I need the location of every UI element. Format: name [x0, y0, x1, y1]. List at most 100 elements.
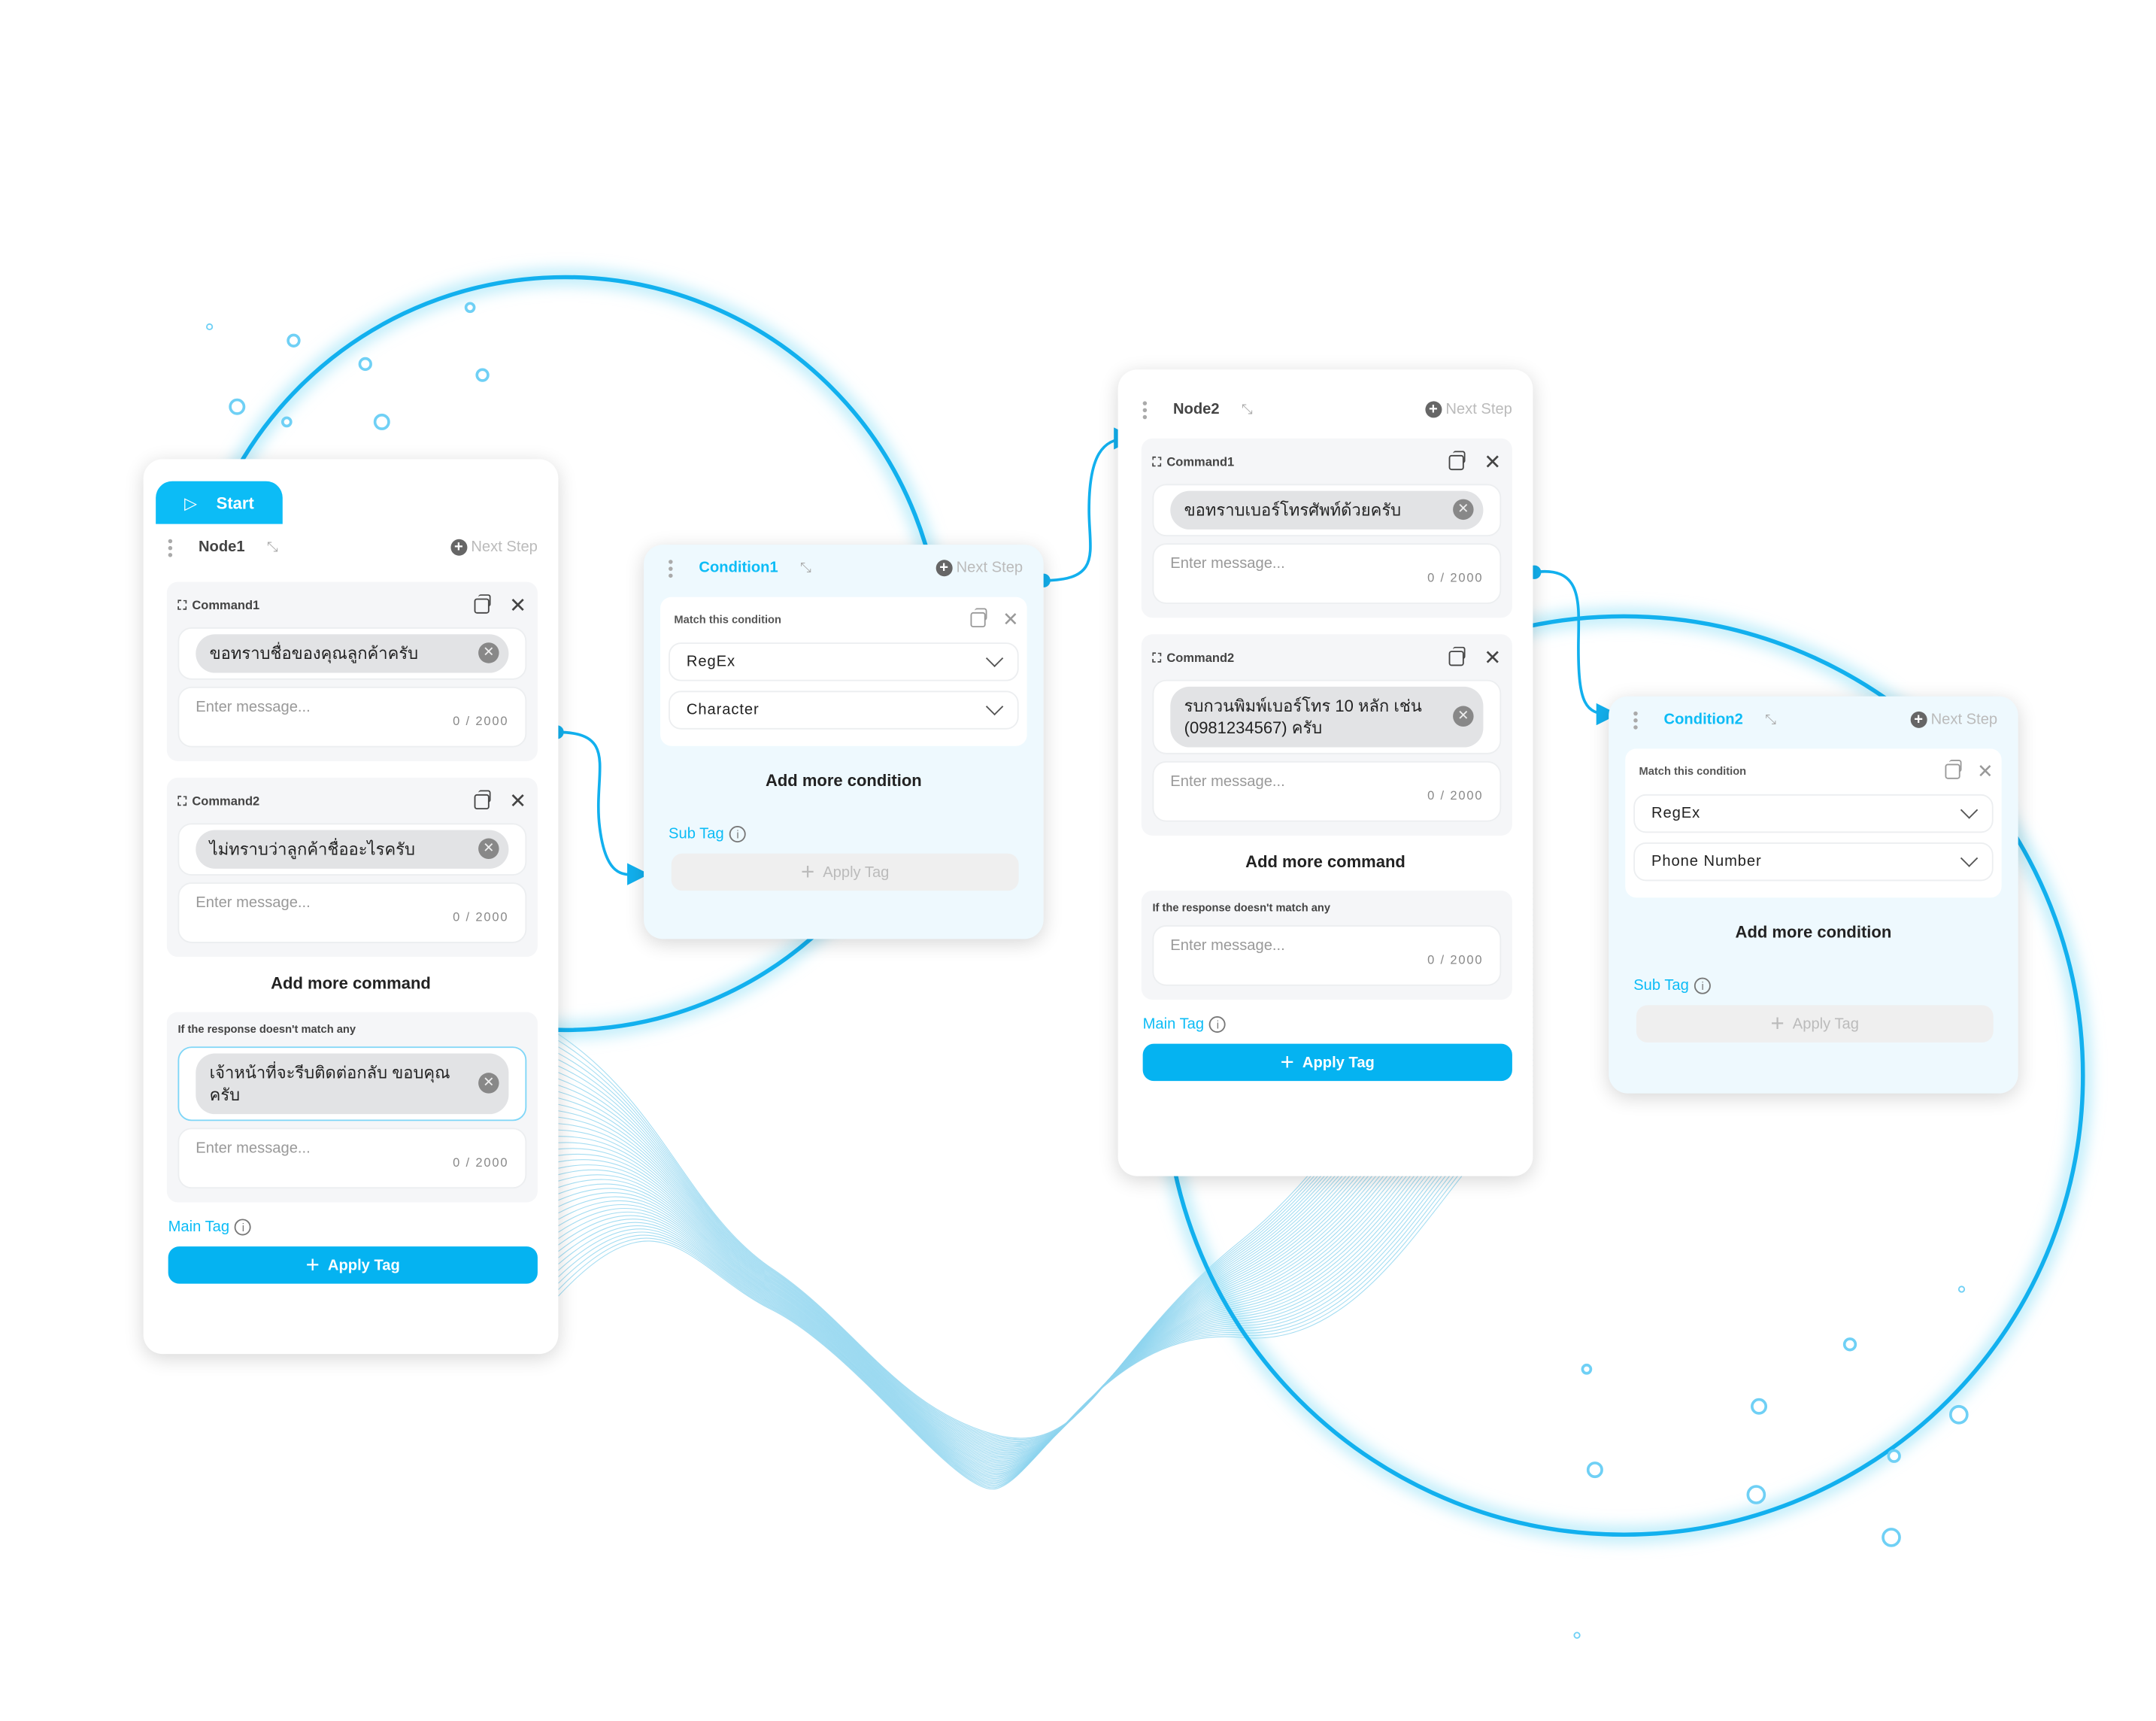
- message-field[interactable]: Enter message... 0 / 2000: [196, 889, 508, 936]
- add-more-condition-button[interactable]: Add more condition: [1609, 922, 2018, 942]
- response-chip-field[interactable]: เจ้าหน้าที่จะรีบติดต่อกลับ ขอบคุณครับ ✕: [177, 1046, 527, 1122]
- add-more-condition-button[interactable]: Add more condition: [644, 771, 1044, 791]
- next-step-button[interactable]: + Next Step: [935, 560, 1023, 577]
- match-label: Match this condition: [1639, 764, 1747, 777]
- message-input[interactable]: Enter message... 0 / 2000: [177, 686, 527, 748]
- duplicate-icon[interactable]: [475, 593, 492, 613]
- message-input[interactable]: Enter message... 0 / 2000: [1152, 925, 1502, 986]
- add-more-command-button[interactable]: Add more command: [144, 973, 559, 993]
- add-more-command-button[interactable]: Add more command: [1118, 852, 1533, 872]
- info-icon[interactable]: i: [1209, 1015, 1227, 1033]
- duplicate-icon[interactable]: [1945, 759, 1962, 779]
- response-chip-field[interactable]: ขอทราบชื่อของคุณลูกค้าครับ ✕: [177, 627, 527, 680]
- next-step-label: Next Step: [956, 560, 1023, 577]
- response-chip-field[interactable]: รบกวนพิมพ์เบอร์โทร 10 หลัก เช่น (0981234…: [1152, 679, 1502, 754]
- condition-select[interactable]: RegEx: [669, 642, 1019, 681]
- command-actions: ✕: [1449, 645, 1501, 670]
- close-icon[interactable]: ✕: [1484, 645, 1501, 670]
- start-label: Start: [216, 493, 254, 512]
- message-input[interactable]: Enter message... 0 / 2000: [1152, 543, 1502, 604]
- message-field[interactable]: Enter message... 0 / 2000: [1170, 932, 1483, 979]
- response-chip-text: รบกวนพิมพ์เบอร์โทร 10 หลัก เช่น (0981234…: [1184, 696, 1422, 738]
- collapse-icon[interactable]: ⤡: [1765, 712, 1776, 727]
- info-icon[interactable]: i: [235, 1219, 252, 1236]
- expand-icon[interactable]: ⛶: [177, 598, 186, 613]
- drag-handle-icon[interactable]: [168, 538, 174, 557]
- condition-card-1: Condition1 ⤡ + Next Step Match this conditio…: [644, 545, 1044, 939]
- command-title: Command2: [1166, 651, 1235, 665]
- drag-handle-icon[interactable]: [1633, 710, 1639, 729]
- apply-tag-button[interactable]: + Apply Tag: [168, 1246, 538, 1284]
- message-input[interactable]: Enter message... 0 / 2000: [1152, 760, 1502, 822]
- apply-tag-button[interactable]: + Apply Tag: [1142, 1043, 1512, 1082]
- collapse-icon[interactable]: ⤡: [800, 560, 811, 575]
- condition-select[interactable]: Phone Number: [1633, 842, 1994, 882]
- select-value: RegEx: [1651, 805, 1701, 822]
- close-icon[interactable]: ✕: [509, 593, 526, 618]
- apply-tag-label: Apply Tag: [823, 864, 890, 881]
- connector-node1-condition1: [556, 730, 650, 885]
- sparkle-dot: [1887, 1449, 1901, 1463]
- info-icon[interactable]: i: [1694, 977, 1712, 994]
- remove-chip-icon[interactable]: ✕: [478, 1073, 499, 1094]
- command-title: Command2: [192, 794, 260, 809]
- remove-chip-icon[interactable]: ✕: [1453, 706, 1474, 727]
- collapse-icon[interactable]: ⤡: [1242, 402, 1253, 417]
- node-body: ⛶ Command1 ✕ ขอทราบชื่อของคุณลูกค้าครับ ✕ Ent…: [144, 581, 559, 1284]
- close-icon[interactable]: ✕: [1977, 759, 1994, 782]
- drag-handle-icon[interactable]: [1142, 400, 1148, 419]
- character-counter: 0 / 2000: [453, 1155, 509, 1170]
- remove-chip-icon[interactable]: ✕: [478, 838, 499, 860]
- condition-actions: ✕: [1945, 759, 1994, 782]
- close-icon[interactable]: ✕: [1484, 450, 1501, 474]
- command-block: ⛶ Command2 ✕ ไม่ทราบว่าลูกค้าชื่ออะไรครับ ✕ E…: [166, 777, 538, 958]
- drag-handle-icon[interactable]: [669, 559, 674, 578]
- condition-select[interactable]: Character: [669, 691, 1019, 730]
- next-step-button[interactable]: + Next Step: [450, 539, 538, 556]
- expand-icon[interactable]: ⛶: [1152, 650, 1161, 665]
- sparkle-dot: [1949, 1404, 1969, 1425]
- condition-select[interactable]: RegEx: [1633, 794, 1994, 833]
- command-block: ⛶ Command1 ✕ ขอทราบเบอร์โทรศัพท์ด้วยครับ ✕ En…: [1141, 438, 1512, 618]
- node-card-1: ▷ Start Node1 ⤡ + Next Step ⛶ Command1 ✕ ขอทราบชื…: [143, 459, 559, 1355]
- message-input[interactable]: Enter message... 0 / 2000: [177, 1128, 527, 1189]
- connector-condition1-node2: [1043, 427, 1136, 582]
- message-field[interactable]: Enter message... 0 / 2000: [1170, 768, 1483, 815]
- expand-icon[interactable]: ⛶: [177, 794, 186, 809]
- response-chip-text: เจ้าหน้าที่จะรีบติดต่อกลับ ขอบคุณครับ: [209, 1063, 450, 1105]
- remove-chip-icon[interactable]: ✕: [478, 642, 499, 663]
- duplicate-icon[interactable]: [475, 789, 492, 809]
- response-chip-field[interactable]: ไม่ทราบว่าลูกค้าชื่ออะไรครับ ✕: [177, 823, 527, 876]
- close-icon[interactable]: ✕: [509, 789, 526, 813]
- collapse-icon[interactable]: ⤡: [267, 540, 278, 555]
- fallback-label: If the response doesn't match any: [177, 1023, 356, 1036]
- next-step-label: Next Step: [471, 539, 538, 556]
- duplicate-icon[interactable]: [970, 607, 987, 627]
- next-step-label: Next Step: [1930, 711, 1998, 728]
- sparkle-dot: [1751, 1398, 1768, 1415]
- apply-tag-button[interactable]: + Apply Tag: [671, 853, 1019, 891]
- message-field[interactable]: Enter message... 0 / 2000: [1170, 550, 1483, 596]
- duplicate-icon[interactable]: [1449, 450, 1466, 470]
- next-step-button[interactable]: + Next Step: [1910, 711, 1998, 728]
- apply-tag-button[interactable]: + Apply Tag: [1636, 1005, 1994, 1043]
- remove-chip-icon[interactable]: ✕: [1453, 499, 1474, 521]
- apply-tag-label: Apply Tag: [1302, 1054, 1375, 1071]
- info-icon[interactable]: i: [729, 826, 747, 843]
- message-input[interactable]: Enter message... 0 / 2000: [177, 882, 527, 943]
- response-chip-field[interactable]: ขอทราบเบอร์โทรศัพท์ด้วยครับ ✕: [1152, 484, 1502, 537]
- fallback-block: If the response doesn't match any เจ้าหน้…: [166, 1012, 538, 1203]
- command-actions: ✕: [475, 789, 526, 814]
- command-header: ⛶ Command2 ✕: [177, 786, 526, 816]
- flow-canvas[interactable]: ▷ Start Node1 ⤡ + Next Step ⛶ Command1 ✕ ขอทราบชื…: [0, 0, 2156, 1721]
- expand-icon[interactable]: ⛶: [1152, 454, 1161, 469]
- start-tab[interactable]: ▷ Start: [156, 481, 283, 524]
- sparkle-dot: [1573, 1631, 1581, 1639]
- sub-tag-text: Sub Tag: [669, 826, 724, 843]
- message-field[interactable]: Enter message... 0 / 2000: [196, 1135, 508, 1182]
- duplicate-icon[interactable]: [1449, 645, 1466, 666]
- message-field[interactable]: Enter message... 0 / 2000: [196, 694, 508, 740]
- close-icon[interactable]: ✕: [1002, 607, 1019, 630]
- command-block: ⛶ Command2 ✕ รบกวนพิมพ์เบอร์โทร 10 หลัก เช่…: [1141, 634, 1512, 836]
- next-step-button[interactable]: + Next Step: [1424, 401, 1512, 418]
